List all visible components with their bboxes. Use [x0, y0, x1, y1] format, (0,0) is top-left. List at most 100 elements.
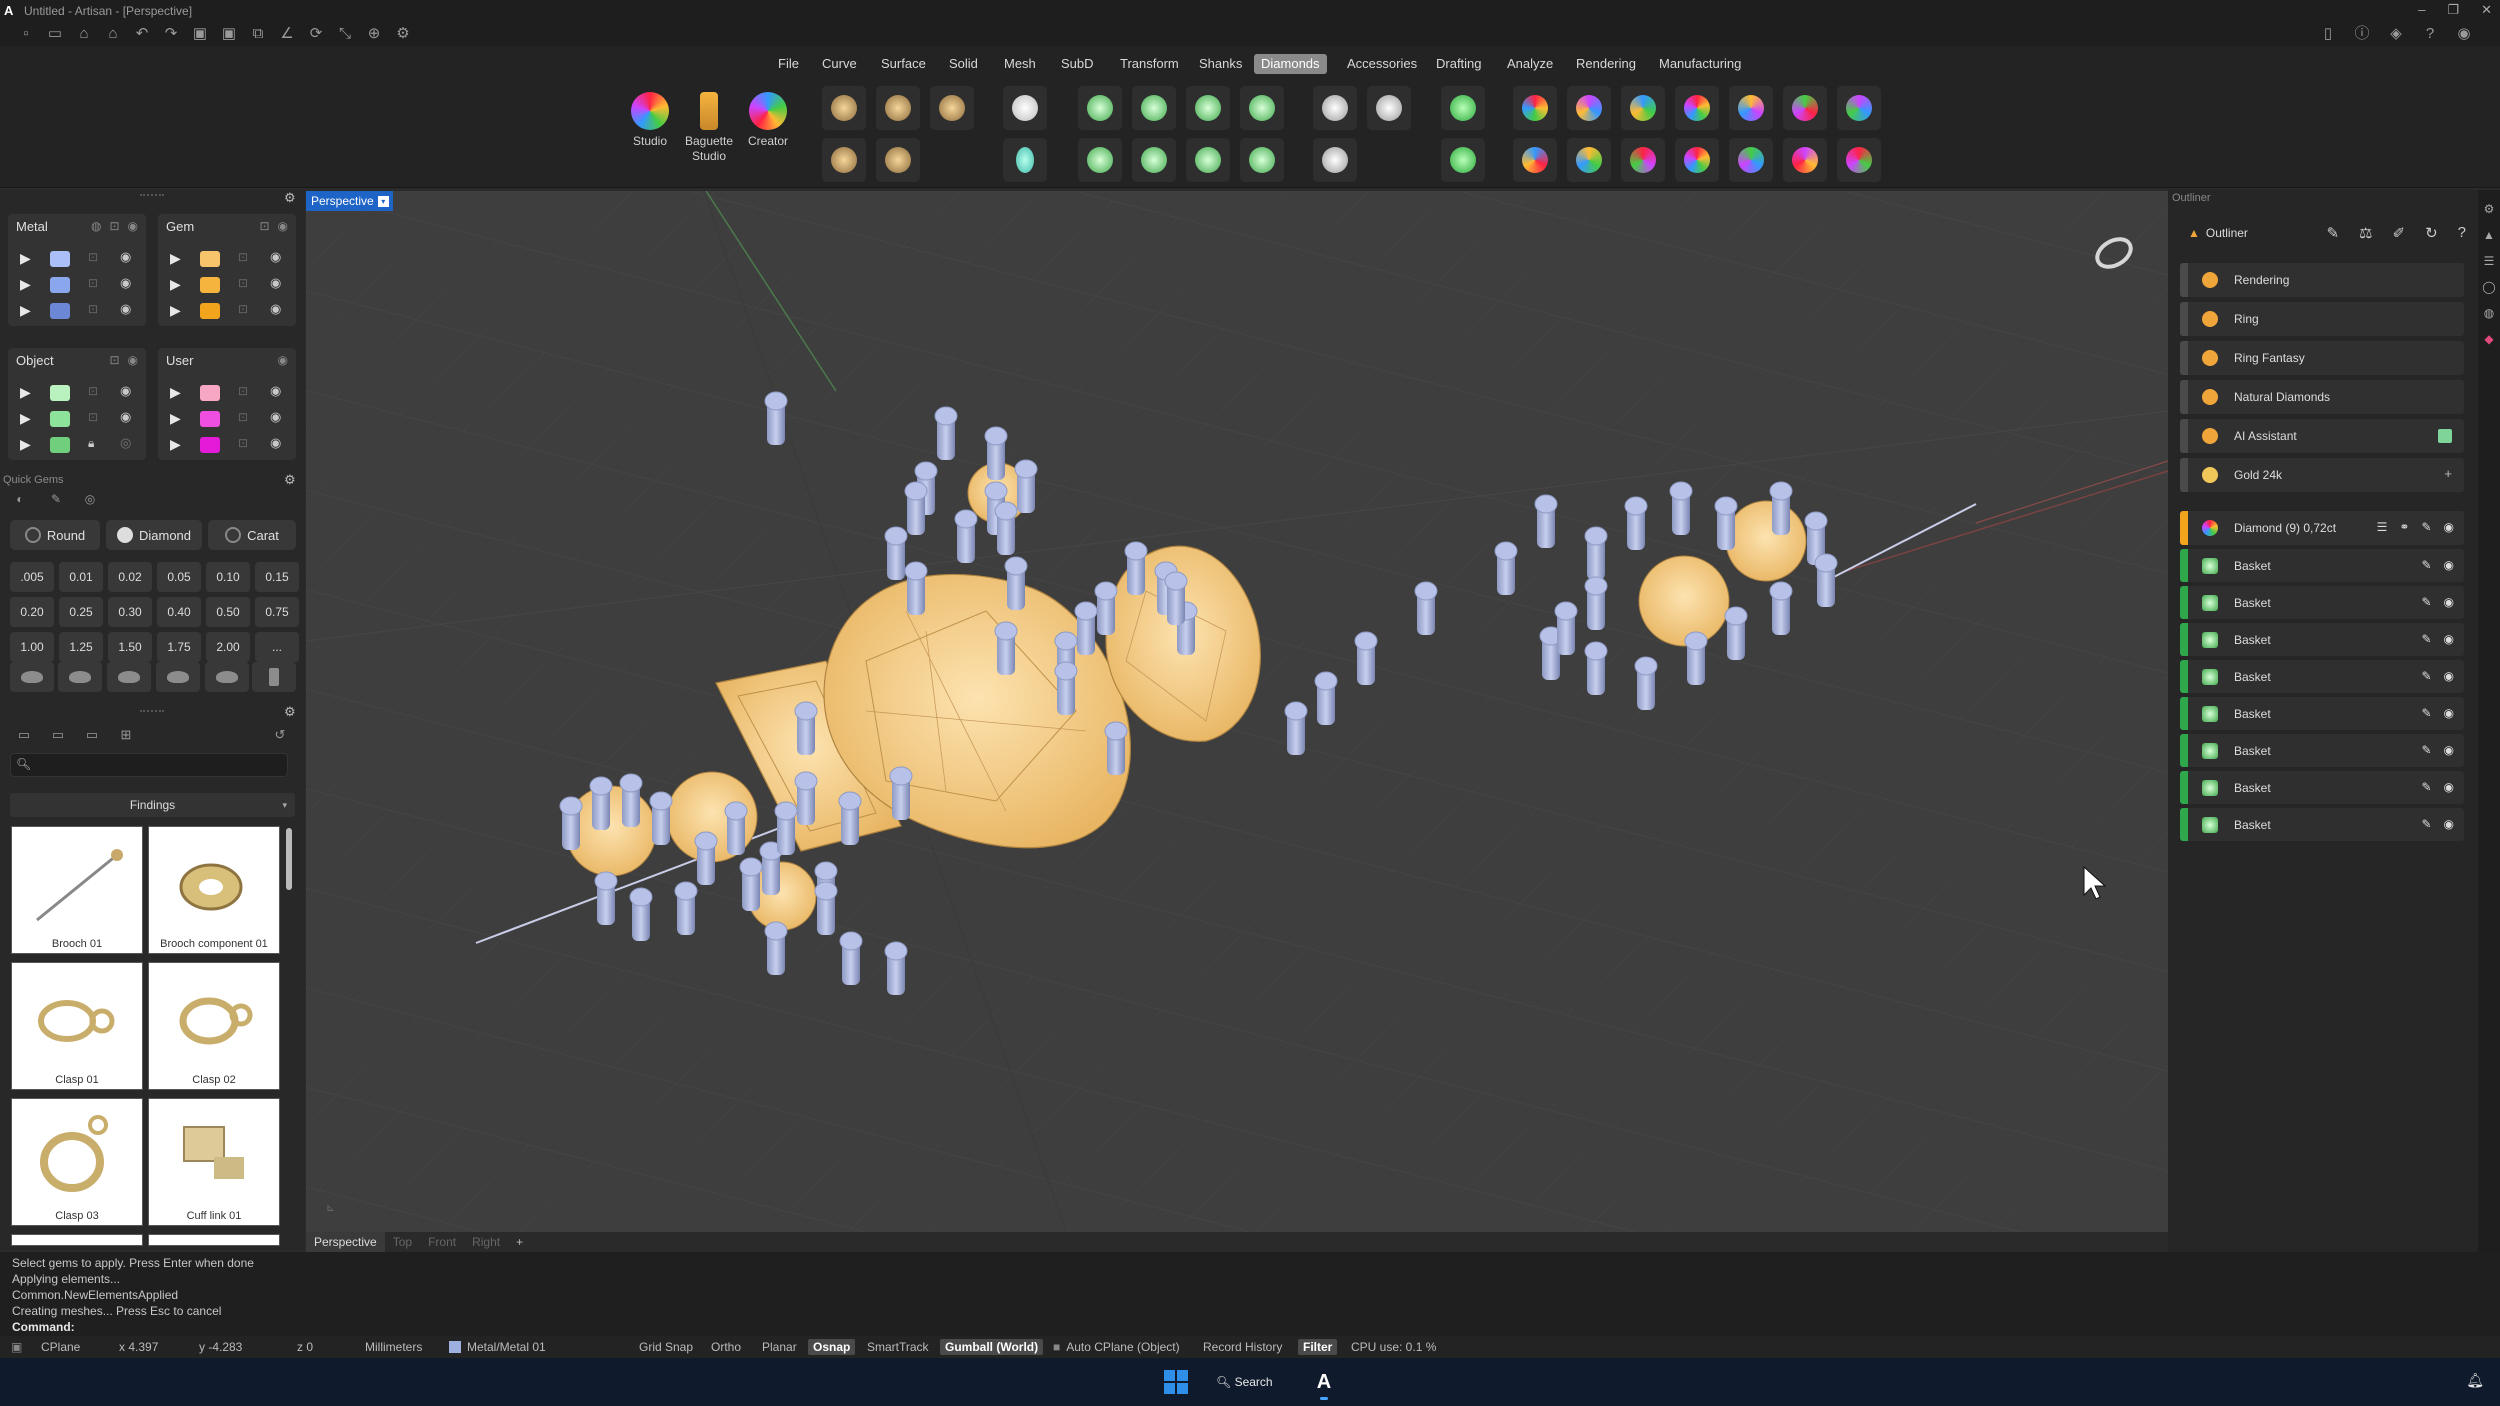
metal-swatch-2[interactable] — [50, 277, 70, 293]
basket-row[interactable]: Basket ✎ ◉ — [2180, 623, 2464, 656]
eye-icon[interactable]: ◉ — [270, 301, 281, 317]
play-icon[interactable]: ▶ — [20, 436, 31, 453]
current-layer[interactable]: Metal/Metal 01 — [444, 1339, 551, 1355]
edit-icon[interactable]: ✎ — [2421, 595, 2431, 609]
eye-icon[interactable]: ◉ — [270, 409, 281, 425]
library-item-brooch-component-01[interactable]: Brooch component 01 — [148, 826, 280, 954]
preset-row[interactable]: Ring — [2180, 302, 2464, 336]
halo-setting-button[interactable] — [1240, 86, 1284, 130]
3d-viewport[interactable]: ⊾ Perspective ▾ — [306, 191, 2168, 1232]
layers-icon[interactable]: ◈ — [2386, 25, 2406, 43]
carat-button[interactable]: 0.25 — [59, 597, 103, 627]
layers-settings-icon[interactable]: ⚙ — [284, 190, 296, 206]
draw-curve-icon[interactable]: ∠ — [277, 25, 297, 43]
gems-array-button[interactable] — [930, 86, 974, 130]
folder-icon[interactable]: ▭ — [14, 726, 34, 744]
menu-surface[interactable]: Surface — [874, 54, 933, 74]
eye-icon[interactable]: ◉ — [2444, 780, 2454, 794]
refresh-icon[interactable]: ↺ — [270, 726, 290, 744]
eye-icon[interactable]: ◉ — [278, 219, 288, 233]
pave-grid-button[interactable] — [1313, 138, 1357, 182]
pave-auto-button[interactable] — [1367, 86, 1411, 130]
edit-icon[interactable]: ✎ — [2421, 706, 2431, 720]
eye-icon[interactable]: ◉ — [2444, 706, 2454, 720]
list-icon[interactable]: ☰ — [2377, 520, 2388, 534]
gem-swap-button[interactable] — [1729, 86, 1773, 130]
object-layer-row[interactable]: ▶ ⊡ ◉ — [8, 406, 146, 432]
lock-icon[interactable]: ⊡ — [238, 436, 248, 450]
new-template-icon[interactable]: ▭ — [45, 25, 65, 43]
carat-button[interactable]: 0.15 — [255, 562, 299, 592]
metal-layer-row[interactable]: ▶ ⊡ ◉ — [8, 272, 146, 298]
gem-weight-button[interactable] — [1567, 138, 1611, 182]
lock-icon[interactable]: ⊡ — [109, 219, 119, 233]
carat-button[interactable]: ... — [255, 632, 299, 662]
object-layer-row[interactable]: ▶ ⊡ ◉ — [8, 380, 146, 406]
carat-button[interactable]: 0.30 — [108, 597, 152, 627]
channel-setting-button[interactable] — [1186, 86, 1230, 130]
gem-mix-button[interactable] — [1729, 138, 1773, 182]
gem-layer-row[interactable]: ▶ ⊡ ◉ — [158, 272, 296, 298]
play-icon[interactable]: ▶ — [20, 384, 31, 401]
gem-layer-row[interactable]: ▶ ⊡ ◉ — [158, 298, 296, 324]
auto-cplane-toggle[interactable]: ■ Auto CPlane (Object) — [1048, 1339, 1185, 1355]
eye-icon[interactable]: ◉ — [128, 219, 138, 233]
gems-on-curve-button[interactable] — [822, 86, 866, 130]
carat-button[interactable]: 2.00 — [206, 632, 250, 662]
eye-icon[interactable]: ◉ — [120, 383, 131, 399]
command-prompt[interactable]: Command: — [12, 1319, 2488, 1335]
eye-icon[interactable]: ◉ — [2444, 743, 2454, 757]
carat-button[interactable]: 0.01 — [59, 562, 103, 592]
properties-icon[interactable]: ⚙ — [2478, 202, 2500, 216]
user-swatch-2[interactable] — [200, 411, 220, 427]
library-category-dropdown[interactable]: Findings ▾ — [10, 793, 295, 817]
gem-layer-row[interactable]: ▶ ⊡ ◉ — [158, 246, 296, 272]
pear-shape-button[interactable] — [156, 662, 200, 692]
lock-icon[interactable]: ⊡ — [238, 250, 248, 264]
notification-bell-icon[interactable]: 🔔︎ — [2466, 1372, 2484, 1389]
lock-icon[interactable]: ⊡ — [88, 302, 98, 316]
close-icon[interactable]: ✕ — [2481, 2, 2492, 18]
help-icon[interactable]: ? — [2420, 25, 2440, 43]
gem-material-button[interactable]: Diamond — [106, 520, 202, 550]
gem-spectrum-button[interactable] — [1675, 138, 1719, 182]
library-item[interactable] — [11, 1234, 143, 1246]
menu-subd[interactable]: SubD — [1054, 54, 1101, 74]
lock-icon[interactable]: ⊡ — [88, 250, 98, 264]
menu-analyze[interactable]: Analyze — [1500, 54, 1560, 74]
library-item-clasp-03[interactable]: Clasp 03 — [11, 1098, 143, 1226]
save-icon[interactable]: ▣ — [190, 25, 210, 43]
gem-mirror-button[interactable] — [1783, 138, 1827, 182]
basket-row[interactable]: Basket ✎ ◉ — [2180, 549, 2464, 582]
menu-diamonds[interactable]: Diamonds — [1254, 54, 1327, 74]
eye-icon[interactable]: ◉ — [270, 435, 281, 451]
edit-icon[interactable]: ✎ — [2421, 520, 2431, 534]
smarttrack-toggle[interactable]: SmartTrack — [862, 1339, 934, 1355]
gem-analysis-button[interactable] — [1513, 86, 1557, 130]
lock-icon[interactable]: ⊡ — [88, 410, 98, 424]
help-icon[interactable]: ? — [2458, 224, 2466, 242]
metal-layer-row[interactable]: ▶ ⊡ ◉ — [8, 298, 146, 324]
eye-icon[interactable]: ◉ — [2444, 632, 2454, 646]
record-history-toggle[interactable]: Record History — [1198, 1339, 1287, 1355]
play-icon[interactable]: ▶ — [20, 250, 31, 267]
library-item-clasp-02[interactable]: Clasp 02 — [148, 962, 280, 1090]
eye-icon[interactable]: ◉ — [2444, 558, 2454, 572]
metal-swatch-1[interactable] — [50, 251, 70, 267]
library-item[interactable] — [148, 1234, 280, 1246]
account-icon[interactable]: ◉ — [2454, 25, 2474, 43]
cutter-array-button[interactable] — [1441, 138, 1485, 182]
round-shape-button[interactable] — [10, 662, 54, 692]
play-icon[interactable]: ▶ — [170, 302, 181, 319]
library-settings-icon[interactable]: ⚙ — [284, 704, 296, 720]
new-file-icon[interactable]: ▫ — [16, 25, 36, 43]
tab-top[interactable]: Top — [385, 1232, 420, 1252]
windows-start-icon[interactable] — [1164, 1370, 1188, 1394]
cplane-label[interactable]: CPlane — [36, 1339, 85, 1355]
carat-button[interactable]: 1.00 — [10, 632, 54, 662]
gem-picker-icon[interactable]: ◐ — [10, 490, 30, 508]
edit-icon[interactable]: ✎ — [2421, 558, 2431, 572]
play-icon[interactable]: ▶ — [170, 436, 181, 453]
gem-unit-button[interactable]: Carat — [208, 520, 296, 550]
user-layer-row[interactable]: ▶ ⊡ ◉ — [158, 432, 296, 458]
